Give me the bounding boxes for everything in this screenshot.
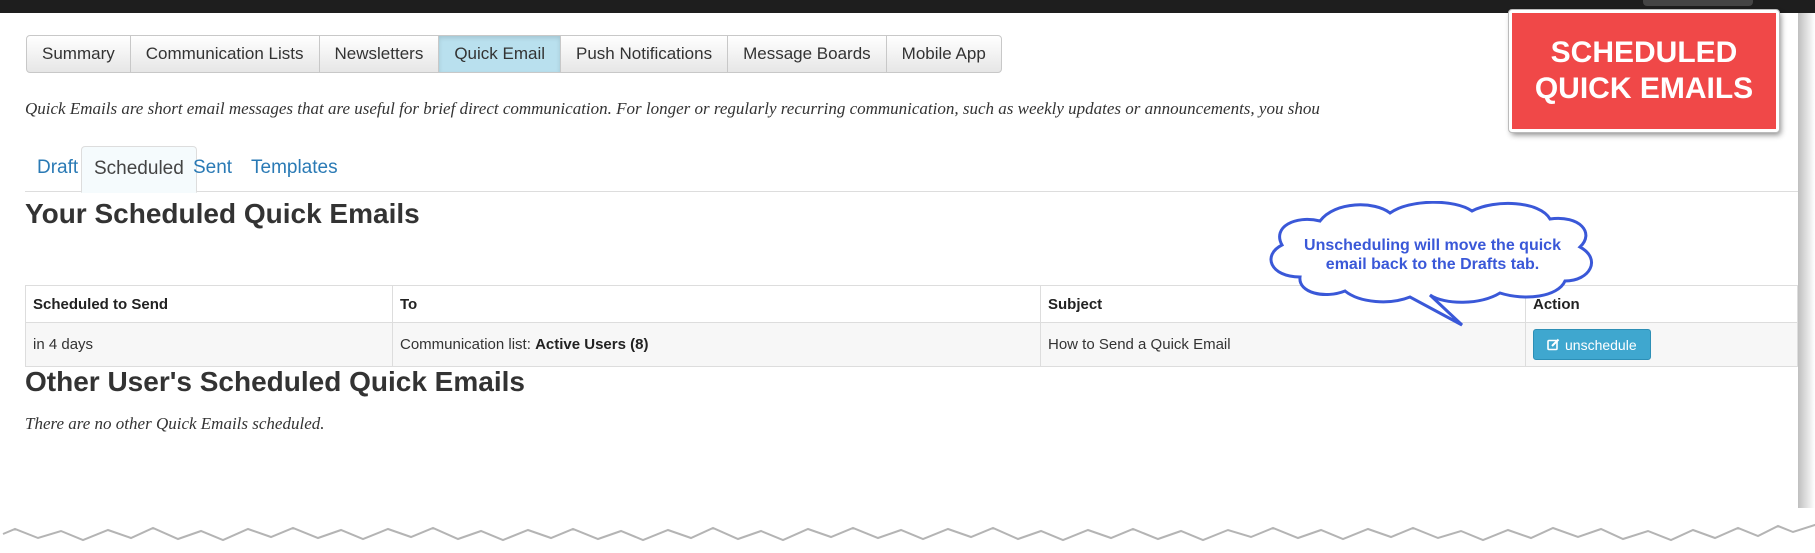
cell-to: Communication list: Active Users (8): [392, 322, 1041, 367]
main-nav: Summary Communication Lists Newsletters …: [26, 35, 1002, 73]
tab-sent[interactable]: Sent: [181, 146, 244, 192]
page-shadow: [1798, 13, 1815, 508]
others-heading: Other User's Scheduled Quick Emails: [25, 366, 525, 397]
subtab-bar: Draft Scheduled Sent Templates: [25, 146, 1798, 193]
scheduled-heading: Your Scheduled Quick Emails: [25, 198, 420, 229]
nav-message-boards[interactable]: Message Boards: [728, 36, 887, 72]
others-empty-text: There are no other Quick Emails schedule…: [25, 414, 325, 433]
to-list-name: Active Users (8): [535, 336, 649, 353]
nav-communication-lists[interactable]: Communication Lists: [131, 36, 320, 72]
tab-templates[interactable]: Templates: [239, 146, 350, 192]
nav-newsletters[interactable]: Newsletters: [320, 36, 440, 72]
banner-line-1: SCHEDULED: [1550, 36, 1738, 69]
nav-summary[interactable]: Summary: [27, 36, 131, 72]
callout-line-2: email back to the Drafts tab.: [1325, 256, 1540, 273]
banner-line-2: QUICK EMAILS: [1534, 72, 1754, 105]
to-prefix: Communication list:: [400, 336, 531, 353]
nav-push-notifications[interactable]: Push Notifications: [561, 36, 729, 72]
nav-mobile-app[interactable]: Mobile App: [887, 36, 1001, 72]
torn-edge: [0, 500, 1815, 542]
col-scheduled-to-send: Scheduled to Send: [25, 285, 393, 323]
cell-when: in 4 days: [25, 322, 393, 367]
intro-text: Quick Emails are short email messages th…: [25, 99, 1320, 118]
callout-text: Unscheduling will move the quick email b…: [1275, 236, 1590, 274]
section-banner: SCHEDULED QUICK EMAILS: [1509, 10, 1779, 132]
tab-scheduled[interactable]: Scheduled: [81, 146, 197, 193]
window-tab-stub: [1643, 0, 1753, 6]
nav-quick-email[interactable]: Quick Email: [439, 36, 562, 72]
callout-line-1: Unscheduling will move the quick: [1304, 237, 1561, 254]
col-to: To: [392, 285, 1041, 323]
